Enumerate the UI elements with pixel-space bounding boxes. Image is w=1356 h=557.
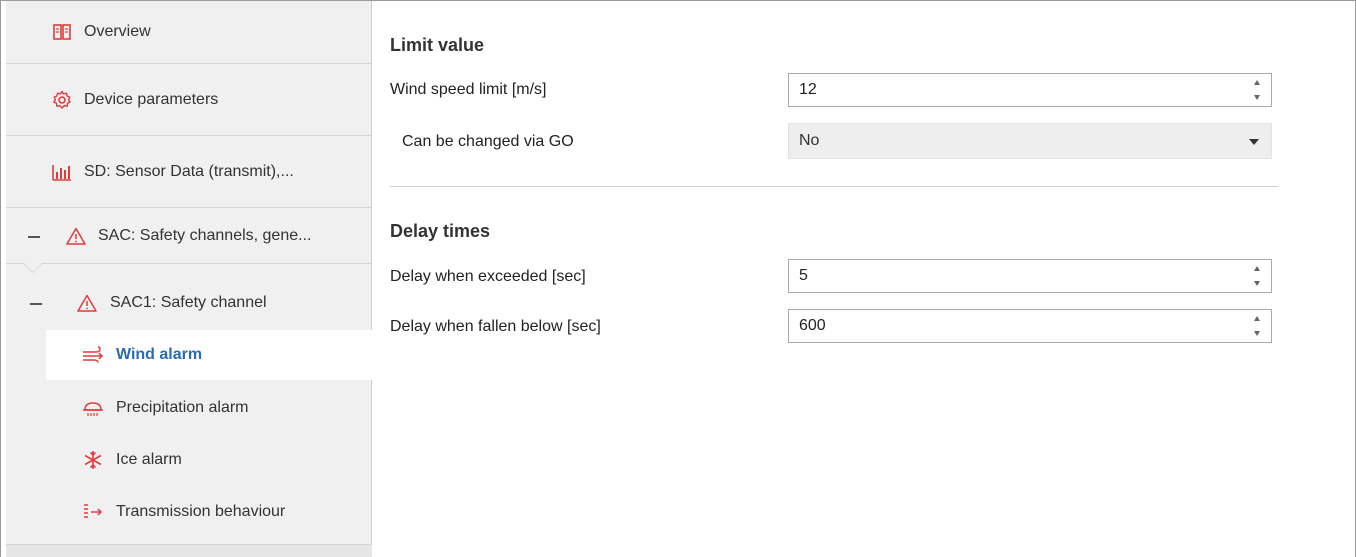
sidebar-item-label: Transmission behaviour bbox=[116, 503, 286, 520]
sidebar-item-device-parameters[interactable]: Device parameters bbox=[6, 64, 372, 136]
sidebar-item-label: Precipitation alarm bbox=[116, 399, 249, 416]
chevron-down-icon bbox=[1249, 139, 1259, 145]
decrement-icon[interactable] bbox=[1254, 95, 1260, 100]
warning-icon bbox=[66, 226, 86, 246]
tree-notch-fill bbox=[24, 263, 42, 272]
changeable-value: No bbox=[799, 132, 820, 149]
sidebar-item-label: Overview bbox=[84, 23, 151, 40]
sidebar-item-transmission-behaviour[interactable]: Transmission behaviour bbox=[46, 486, 372, 538]
sidebar-item-precipitation-alarm[interactable]: Precipitation alarm bbox=[46, 382, 372, 434]
changeable-label: Can be changed via GO bbox=[402, 133, 574, 150]
delay-exceeded-input[interactable]: 5 bbox=[788, 259, 1272, 293]
section-divider bbox=[390, 186, 1278, 187]
sidebar-item-label: Wind alarm bbox=[116, 346, 203, 363]
transmit-icon bbox=[82, 502, 104, 522]
section-title-limit: Limit value bbox=[390, 35, 485, 55]
sidebar-item-safety-channels[interactable]: SAC: Safety channels, gene... bbox=[6, 208, 372, 264]
increment-icon[interactable] bbox=[1254, 80, 1260, 85]
section-title-delay: Delay times bbox=[390, 221, 491, 241]
spin-arrows[interactable] bbox=[1253, 316, 1261, 336]
snowflake-icon bbox=[82, 450, 104, 470]
sidebar: Overview Device parameters SD: Sensor Da… bbox=[6, 1, 373, 557]
sidebar-item-wind-alarm[interactable]: Wind alarm bbox=[46, 330, 373, 380]
sidebar-item-sensor-data[interactable]: SD: Sensor Data (transmit),... bbox=[6, 136, 372, 208]
sidebar-item-ice-alarm[interactable]: Ice alarm bbox=[46, 434, 372, 486]
sidebar-group-label: SAC1: Safety channel bbox=[110, 294, 267, 311]
sidebar-item-label: Device parameters bbox=[84, 90, 219, 108]
delay-fallen-label: Delay when fallen below [sec] bbox=[390, 318, 601, 335]
decrement-icon[interactable] bbox=[1254, 281, 1260, 286]
wind-speed-value: 12 bbox=[799, 81, 817, 98]
changeable-select[interactable]: No bbox=[788, 123, 1272, 159]
delay-exceeded-label: Delay when exceeded [sec] bbox=[390, 268, 586, 285]
wind-speed-input[interactable]: 12 bbox=[788, 73, 1272, 107]
delay-fallen-value: 600 bbox=[799, 317, 826, 334]
spin-arrows[interactable] bbox=[1253, 80, 1261, 100]
delay-fallen-input[interactable]: 600 bbox=[788, 309, 1272, 343]
wind-icon bbox=[82, 345, 104, 365]
increment-icon[interactable] bbox=[1254, 266, 1260, 271]
parameter-panel: Limit value Wind speed limit [m/s] 12 Ca… bbox=[372, 1, 1354, 557]
spin-arrows[interactable] bbox=[1253, 266, 1261, 286]
sidebar-item-label: SD: Sensor Data (transmit),... bbox=[84, 162, 294, 180]
sidebar-group-sac1[interactable]: SAC1: Safety channel bbox=[6, 278, 372, 328]
sidebar-next-item-edge bbox=[6, 544, 372, 557]
warning-icon bbox=[76, 293, 98, 313]
collapse-icon[interactable] bbox=[28, 236, 40, 238]
wind-speed-label: Wind speed limit [m/s] bbox=[390, 81, 547, 98]
delay-exceeded-value: 5 bbox=[799, 267, 808, 284]
collapse-icon[interactable] bbox=[30, 303, 42, 305]
sidebar-item-label: Ice alarm bbox=[116, 451, 182, 468]
book-icon bbox=[52, 22, 72, 42]
sidebar-item-overview[interactable]: Overview bbox=[6, 1, 372, 64]
sidebar-item-label: SAC: Safety channels, gene... bbox=[98, 226, 312, 244]
gear-icon bbox=[52, 90, 72, 110]
bar-chart-icon bbox=[52, 162, 72, 182]
decrement-icon[interactable] bbox=[1254, 331, 1260, 336]
rain-icon bbox=[82, 398, 104, 418]
increment-icon[interactable] bbox=[1254, 316, 1260, 321]
